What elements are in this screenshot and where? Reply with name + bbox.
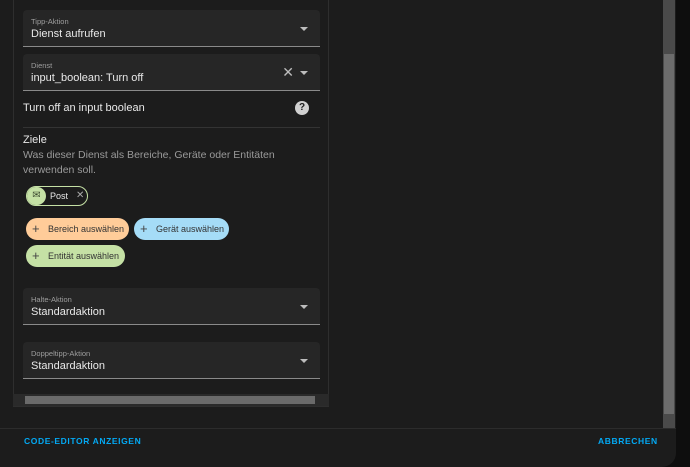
divider (23, 127, 320, 128)
button-label: Entität auswählen (48, 251, 120, 261)
vertical-scrollbar[interactable] (663, 0, 675, 428)
chevron-down-icon[interactable] (300, 71, 308, 75)
show-code-editor-button[interactable]: CODE-EDITOR ANZEIGEN (24, 436, 141, 446)
plus-icon: + (32, 221, 40, 236)
targets-title: Ziele (23, 134, 47, 146)
help-icon[interactable]: ? (295, 101, 309, 115)
scrollbar-thumb[interactable] (25, 396, 315, 404)
field-label: Halte-Aktion (31, 295, 72, 304)
field-label: Doppeltipp-Aktion (31, 349, 91, 358)
target-chip-post[interactable]: ✉ Post ✕ (26, 186, 88, 206)
add-device-button[interactable]: + Gerät auswählen (134, 218, 229, 240)
double-tap-action-select[interactable]: Doppeltipp-Aktion Standardaktion (23, 342, 320, 379)
chevron-down-icon[interactable] (300, 359, 308, 363)
plus-icon: + (32, 248, 40, 263)
field-label: Dienst (31, 61, 53, 70)
chevron-down-icon[interactable] (300, 305, 308, 309)
field-value: Dienst aufrufen (31, 28, 106, 40)
tap-action-select[interactable]: Tipp-Aktion Dienst aufrufen (23, 10, 320, 47)
add-entity-button[interactable]: + Entität auswählen (26, 245, 125, 267)
horizontal-scrollbar[interactable] (13, 394, 329, 406)
hold-action-select[interactable]: Halte-Aktion Standardaktion (23, 288, 320, 325)
remove-chip-icon[interactable]: ✕ (76, 190, 84, 201)
field-value: Standardaktion (31, 306, 105, 318)
footer-divider (0, 428, 676, 429)
plus-icon: + (140, 221, 148, 236)
field-value: Standardaktion (31, 360, 105, 372)
editor-panel: Tipp-Aktion Dienst aufrufen Dienst input… (13, 0, 329, 407)
cancel-button[interactable]: ABBRECHEN (598, 436, 658, 446)
targets-description: Was dieser Dienst als Bereiche, Geräte o… (23, 149, 275, 176)
chevron-down-icon[interactable] (300, 27, 308, 31)
button-label: Gerät auswählen (156, 224, 225, 234)
field-value: input_boolean: Turn off (31, 72, 144, 84)
service-description: Turn off an input boolean (23, 102, 145, 114)
clear-icon[interactable]: ✕ (282, 64, 294, 81)
field-label: Tipp-Aktion (31, 17, 69, 26)
service-select[interactable]: Dienst input_boolean: Turn off ✕ (23, 54, 320, 91)
chip-label: Post (50, 191, 69, 201)
add-area-button[interactable]: + Bereich auswählen (26, 218, 129, 240)
mail-icon: ✉ (27, 187, 46, 205)
dialog: Tipp-Aktion Dienst aufrufen Dienst input… (0, 0, 676, 467)
scrollbar-thumb[interactable] (664, 54, 674, 414)
button-label: Bereich auswählen (48, 224, 125, 234)
